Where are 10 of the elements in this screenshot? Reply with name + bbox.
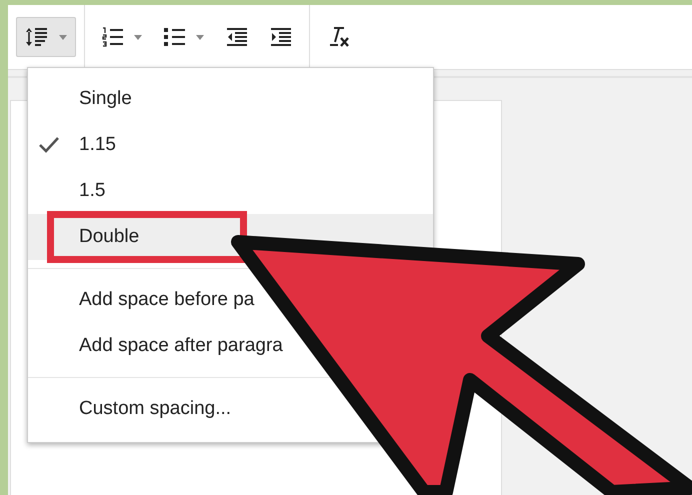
menu-item[interactable]: 1.5: [28, 168, 433, 214]
menu-item[interactable]: 1.15: [28, 122, 433, 168]
increase-indent-icon: [270, 27, 292, 47]
bulleted-list-icon: [164, 26, 186, 48]
line-spacing-icon: [25, 26, 49, 48]
decrease-indent-icon: [226, 27, 248, 47]
line-spacing-button[interactable]: [16, 17, 76, 57]
clear-formatting-icon: [327, 26, 351, 48]
numbered-list-icon: [102, 26, 124, 48]
menu-item[interactable]: Single: [28, 76, 433, 122]
